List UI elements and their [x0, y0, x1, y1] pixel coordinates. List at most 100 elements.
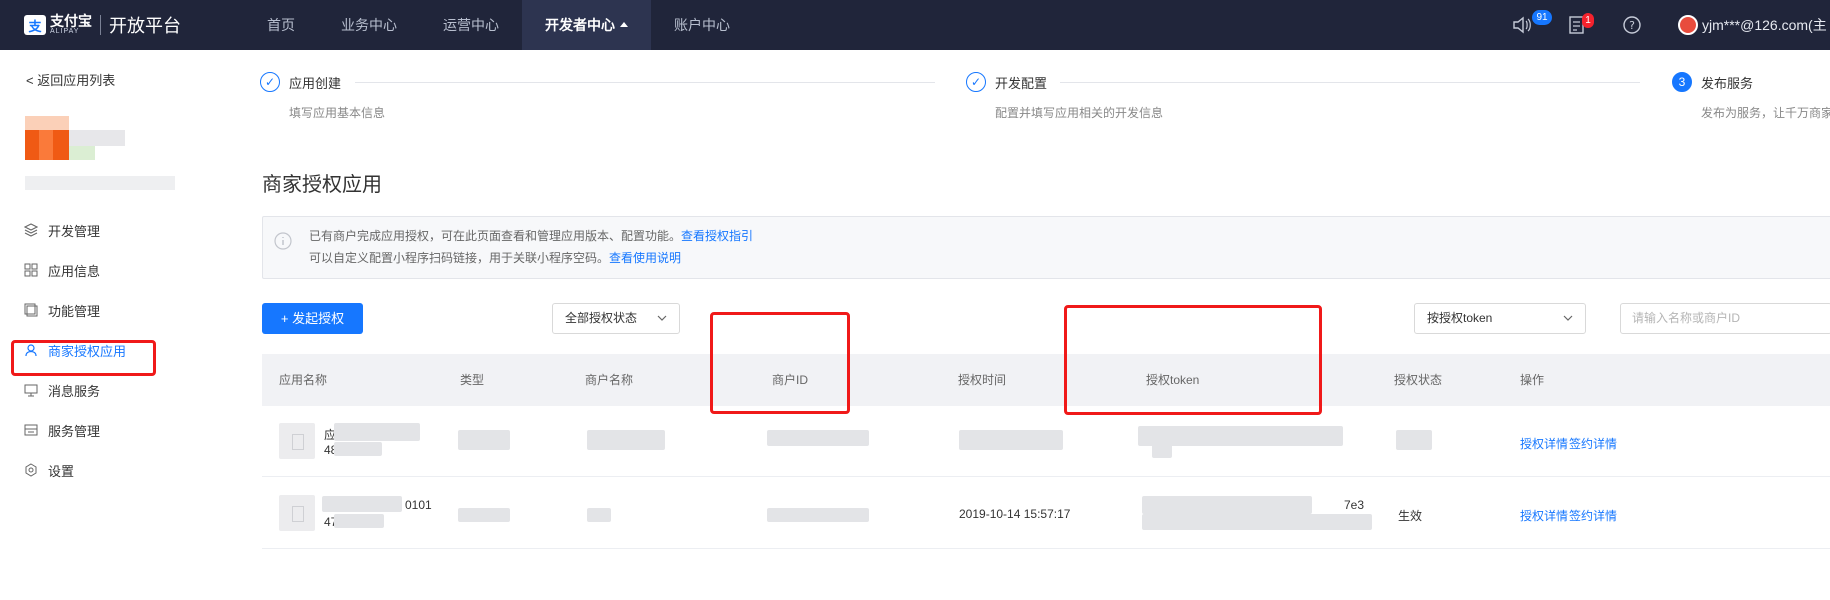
back-to-app-list[interactable]: < 返回应用列表 — [26, 70, 115, 89]
sidebar-item-message-service[interactable]: 消息服务 — [0, 370, 232, 410]
help-button[interactable]: ? — [1622, 15, 1642, 35]
redacted — [959, 430, 1063, 450]
highlight-box-sidebar — [11, 340, 156, 376]
sidebar-item-label: 服务管理 — [48, 423, 101, 439]
back-label: 返回应用列表 — [37, 73, 116, 88]
sidebar-item-label: 消息服务 — [48, 383, 101, 399]
redacted — [334, 423, 420, 441]
sidebar-item-service-management[interactable]: 服务管理 — [0, 410, 232, 450]
auth-detail-link[interactable]: 授权详情 — [1520, 507, 1568, 524]
sign-detail-link[interactable]: 签约详情 — [1569, 435, 1617, 452]
app-name-suffix: 0101 — [405, 498, 432, 512]
notice-line-2: 可以自定义配置小程序扫码链接，用于关联小程序空码。查看使用说明 — [309, 249, 681, 266]
usage-guide-link[interactable]: 查看使用说明 — [609, 251, 681, 265]
auth-status: 生效 — [1398, 509, 1423, 523]
highlight-box-merchant-id — [710, 312, 850, 414]
nav-account-center[interactable]: 账户中心 — [651, 0, 753, 50]
step-number: 3 — [1672, 72, 1692, 92]
check-icon: ✓ — [260, 72, 280, 92]
progress-steps: ✓ 应用创建 填写应用基本信息 ✓ 开发配置 配置并填写应用相关的开发信息 3 … — [260, 72, 1830, 142]
auth-time: 2019-10-14 15:57:17 — [959, 507, 1071, 521]
sidebar-item-app-info[interactable]: 应用信息 — [0, 250, 232, 290]
table-row: 0101 47 2019-10-14 15:57:17 7e3 生效 授权详情 … — [262, 478, 1830, 549]
notice-count-badge: 91 — [1532, 10, 1552, 25]
col-auth-status: 授权状态 — [1394, 373, 1443, 387]
nav-developer-center[interactable]: 开发者中心 — [522, 0, 651, 50]
notice-text: 已有商户完成应用授权，可在此页面查看和管理应用版本、配置功能。 — [309, 229, 682, 243]
tasks-button[interactable]: 1 — [1568, 13, 1594, 35]
search-input[interactable]: 请输入名称或商户ID — [1620, 303, 1830, 334]
sidebar-item-feature-management[interactable]: 功能管理 — [0, 290, 232, 330]
help-icon: ? — [1623, 16, 1641, 34]
start-auth-button[interactable]: + 发起授权 — [262, 303, 363, 334]
logo-divider — [100, 15, 101, 35]
redacted — [767, 430, 869, 446]
step-desc: 发布为服务，让千万商家 — [1701, 106, 1830, 120]
col-app-name: 应用名称 — [279, 373, 328, 387]
avatar — [1678, 15, 1698, 35]
main-content: ✓ 应用创建 填写应用基本信息 ✓ 开发配置 配置并填写应用相关的开发信息 3 … — [232, 50, 1830, 600]
col-type: 类型 — [460, 373, 485, 387]
layers-icon — [24, 223, 38, 237]
step-desc: 配置并填写应用相关的开发信息 — [995, 106, 1164, 120]
nav-home[interactable]: 首页 — [244, 0, 318, 50]
status-filter-value: 全部授权状态 — [565, 311, 638, 325]
table-header: 应用名称 类型 商户名称 商户ID 授权时间 授权token 授权状态 操作 — [262, 354, 1830, 406]
redacted — [334, 442, 382, 456]
user-account[interactable]: yjm***@126.com(主 — [1678, 15, 1830, 35]
logo-subtext: ALIPAY — [50, 28, 80, 35]
sidebar-item-label: 应用信息 — [48, 263, 101, 279]
redacted — [587, 508, 611, 522]
step-desc: 填写应用基本信息 — [289, 106, 386, 120]
status-filter-select[interactable]: 全部授权状态 — [552, 303, 680, 334]
token-tail: 7e3 — [1344, 498, 1365, 512]
redacted — [322, 496, 402, 512]
token-filter-select[interactable]: 按授权token — [1414, 303, 1586, 334]
info-notice: 已有商户完成应用授权，可在此页面查看和管理应用版本、配置功能。查看授权指引 可以… — [262, 216, 1830, 279]
step-title: 应用创建 — [289, 75, 342, 91]
step-connector — [355, 82, 935, 83]
step-publish-service[interactable]: 3 发布服务 — [1672, 72, 1753, 92]
announcement-button[interactable]: 91 — [1512, 10, 1552, 34]
settings-icon — [25, 463, 37, 477]
task-count-badge: 1 — [1582, 13, 1594, 28]
col-auth-time: 授权时间 — [958, 373, 1007, 387]
app-thumbnail — [279, 495, 315, 531]
col-merchant-name: 商户名称 — [585, 373, 634, 387]
info-icon — [274, 232, 292, 250]
check-icon: ✓ — [966, 72, 986, 92]
chevron-down-icon — [657, 315, 667, 321]
redacted — [458, 430, 510, 450]
notice-text: 可以自定义配置小程序扫码链接，用于关联小程序空码。 — [309, 251, 610, 265]
col-actions: 操作 — [1520, 373, 1545, 387]
step-app-created[interactable]: ✓ 应用创建 — [260, 72, 341, 92]
app-thumbnail — [279, 423, 315, 459]
step-connector — [1060, 82, 1640, 83]
redacted — [1138, 426, 1343, 446]
top-right-tools: 91 1 ? yjm***@126.com(主 — [1512, 0, 1830, 50]
sidebar: < 返回应用列表 开发管理 应用信息 功能管理 商家授权应用 消息服务 服务管理… — [0, 50, 232, 600]
redacted — [587, 430, 665, 450]
auth-guide-link[interactable]: 查看授权指引 — [681, 229, 753, 243]
sidebar-item-settings[interactable]: 设置 — [0, 450, 232, 490]
sidebar-item-label: 设置 — [48, 463, 75, 479]
sidebar-item-dev-management[interactable]: 开发管理 — [0, 210, 232, 250]
logo-text: 支付宝 — [50, 13, 92, 29]
notice-line-1: 已有商户完成应用授权，可在此页面查看和管理应用版本、配置功能。查看授权指引 — [309, 227, 753, 244]
step-dev-config[interactable]: ✓ 开发配置 — [966, 72, 1047, 92]
nav-business-center[interactable]: 业务中心 — [318, 0, 420, 50]
main-nav: 首页 业务中心 运营中心 开发者中心 账户中心 — [244, 0, 753, 50]
table-row: 应 48 授权详情 签约详情 — [262, 406, 1830, 477]
redacted — [1142, 514, 1372, 530]
alipay-logo[interactable]: 支 支付宝 ALIPAY 开放平台 — [0, 0, 244, 50]
auth-detail-link[interactable]: 授权详情 — [1520, 435, 1568, 452]
top-navigation-bar: 支 支付宝 ALIPAY 开放平台 首页 业务中心 运营中心 开发者中心 账户中… — [0, 0, 1830, 50]
highlight-box-auth-token — [1064, 305, 1322, 415]
sign-detail-link[interactable]: 签约详情 — [1569, 507, 1617, 524]
nav-operations-center[interactable]: 运营中心 — [420, 0, 522, 50]
feature-icon — [24, 303, 38, 317]
alipay-icon: 支 — [24, 15, 46, 35]
redacted — [1396, 430, 1432, 450]
page-title: 商家授权应用 — [262, 174, 382, 196]
sidebar-item-label: 开发管理 — [48, 223, 101, 239]
